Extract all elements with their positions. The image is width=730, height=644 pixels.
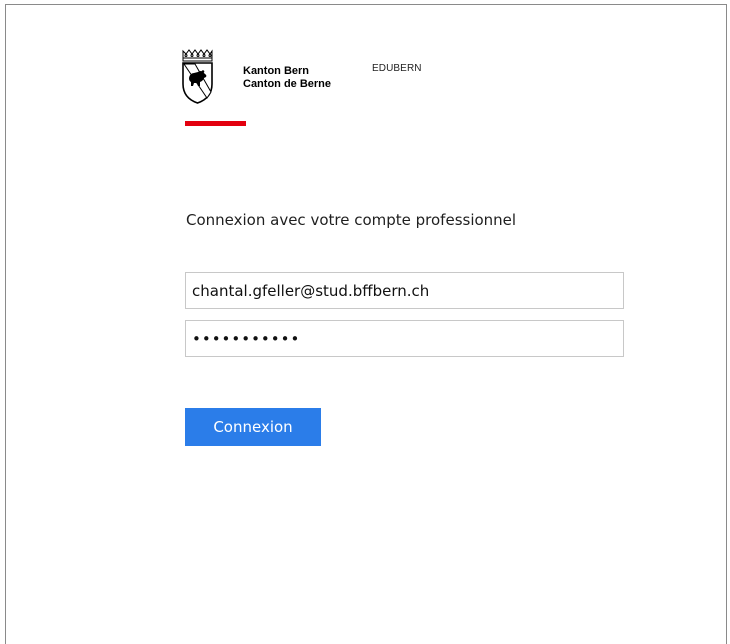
- org-name: Kanton Bern Canton de Berne: [243, 65, 331, 91]
- password-field[interactable]: [185, 320, 624, 357]
- org-name-line-2: Canton de Berne: [243, 78, 332, 90]
- app-name: EDUBERN: [372, 63, 422, 74]
- email-field[interactable]: [185, 272, 624, 309]
- accent-bar: [185, 121, 246, 126]
- org-name-line-1: Kanton Bern: [243, 65, 309, 77]
- bern-coat-of-arms-icon: [182, 49, 213, 104]
- login-heading: Connexion avec votre compte professionne…: [186, 211, 517, 229]
- connexion-button[interactable]: Connexion: [185, 408, 321, 446]
